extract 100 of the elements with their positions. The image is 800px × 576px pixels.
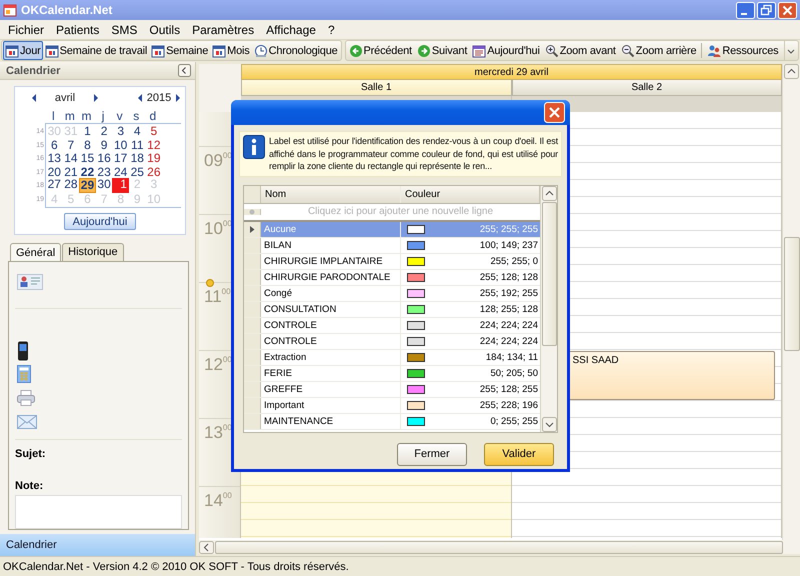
grid-row[interactable]: CHIRURGIE PARODONTALE 255; 128; 128 — [244, 270, 540, 286]
toolbar-button[interactable]: Précédent — [346, 41, 414, 60]
scrollbar-thumb[interactable] — [542, 202, 556, 346]
grid-row[interactable]: CONSULTATION 128; 255; 128 — [244, 302, 540, 318]
close-icon[interactable] — [544, 102, 565, 123]
calendar-day[interactable]: 21 — [62, 166, 80, 179]
grid-row[interactable]: MAINTENANCE 0; 255; 255 — [244, 414, 540, 430]
calendar-day[interactable]: 28 — [62, 178, 80, 194]
calendar-day[interactable]: 30 — [96, 178, 112, 194]
calendar-day[interactable]: 23 — [96, 166, 112, 179]
resource-header[interactable]: Salle 2 — [512, 80, 782, 96]
calendar-day[interactable]: 6 — [46, 138, 63, 152]
grid-row[interactable]: Important 255; 228; 196 — [244, 398, 540, 414]
scroll-down-icon[interactable] — [542, 416, 556, 432]
scroll-up-icon[interactable] — [542, 186, 556, 200]
calendar-day[interactable]: 25 — [128, 166, 146, 179]
next-icon[interactable] — [175, 94, 181, 102]
calendar-day[interactable]: 26 — [146, 166, 162, 179]
calendar-day[interactable]: 10 — [112, 138, 129, 152]
menu-item[interactable]: SMS — [105, 22, 144, 36]
scrollbar-thumb[interactable] — [784, 237, 800, 351]
navigation-bar-button[interactable]: Calendrier — [0, 534, 195, 556]
previous-icon[interactable] — [137, 94, 143, 102]
menu-item[interactable]: Affichage — [260, 22, 322, 36]
collapse-icon[interactable] — [178, 64, 191, 77]
menu-item[interactable]: Fichier — [2, 22, 50, 36]
grid-scrollbar[interactable] — [540, 186, 557, 432]
view-button[interactable]: Jour — [3, 41, 43, 60]
toolbar-button[interactable]: Zoom arrière — [618, 41, 698, 60]
grid-row[interactable]: CONTROLE 224; 224; 224 — [244, 334, 540, 350]
weekday-label: s — [132, 108, 140, 122]
today-button[interactable]: Aujourd'hui — [64, 213, 136, 230]
grid-row[interactable]: CHIRURGIE IMPLANTAIRE 255; 255; 0 — [244, 254, 540, 270]
grid-row[interactable]: Extraction 184; 134; 11 — [244, 350, 540, 366]
row-header[interactable] — [244, 222, 261, 236]
view-button[interactable]: Chronologique — [252, 41, 340, 60]
calendar-day[interactable]: 11 — [128, 138, 146, 152]
menu-item[interactable]: Paramètres — [186, 22, 260, 36]
calendar-day[interactable]: 8 — [79, 138, 96, 152]
name-cell: CHIRURGIE IMPLANTAIRE — [261, 254, 401, 268]
next-icon[interactable] — [93, 94, 99, 102]
calendar-day[interactable]: 19 — [146, 152, 162, 166]
tab[interactable]: Historique — [62, 243, 124, 261]
view-button[interactable]: Semaine — [149, 41, 210, 60]
toolbar-button[interactable]: Ressources — [705, 41, 780, 60]
grid-row[interactable]: Congé 255; 192; 255 — [244, 286, 540, 302]
calendar-day[interactable]: 7 — [62, 138, 80, 152]
view-button[interactable]: Mois — [210, 41, 252, 60]
calendar-day[interactable]: 1 — [79, 125, 96, 138]
restore-icon[interactable] — [757, 2, 776, 18]
calendar-day[interactable]: 1 — [112, 178, 129, 194]
calendar-day[interactable]: 2 — [96, 125, 112, 138]
calendar-day[interactable]: 17 — [112, 152, 129, 166]
calendar-day[interactable]: 18 — [128, 152, 146, 166]
close-icon[interactable] — [778, 2, 797, 18]
calendar-day[interactable]: 4 — [128, 125, 146, 138]
note-field[interactable] — [15, 495, 182, 529]
calendar-day[interactable]: 22 — [79, 166, 96, 179]
menu-item[interactable]: ? — [322, 22, 341, 36]
calendar-icon — [472, 44, 486, 58]
hour-label: 11$^{00}$ — [203, 286, 232, 307]
calendar-day[interactable]: 27 — [46, 178, 63, 194]
calendar-day[interactable]: 5 — [146, 125, 162, 138]
calendar-day[interactable]: 15 — [79, 152, 96, 166]
hour-label: 14$^{00}$ — [203, 490, 233, 511]
scroll-up-icon[interactable] — [784, 64, 799, 79]
toolbar-button[interactable]: Zoom avant — [542, 41, 618, 60]
calendar-day[interactable]: 16 — [96, 152, 112, 166]
calendar-day[interactable]: 9 — [96, 138, 112, 152]
previous-icon[interactable] — [31, 94, 37, 102]
tab[interactable]: Général — [10, 243, 62, 261]
toolbar-button[interactable]: Aujourd'hui — [470, 41, 542, 60]
menu-item[interactable]: Patients — [50, 22, 106, 36]
calendar-day[interactable]: 29 — [79, 178, 96, 194]
grid-row[interactable]: BILAN 100; 149; 237 — [244, 238, 540, 254]
scroll-left-icon[interactable] — [199, 540, 214, 554]
view-button[interactable]: Semaine de travail — [42, 41, 150, 60]
grid-row[interactable]: FERIE 50; 205; 50 — [244, 366, 540, 382]
calendar-day[interactable]: 24 — [112, 166, 129, 179]
grid-row[interactable]: GREFFE 255; 128; 255 — [244, 382, 540, 398]
app-icon — [3, 3, 17, 17]
calendar-day[interactable]: 13 — [46, 152, 63, 166]
validate-button[interactable]: Valider — [484, 442, 554, 466]
calendar-day[interactable]: 12 — [146, 138, 162, 152]
column-header[interactable]: Nom — [261, 186, 401, 202]
minimize-icon[interactable] — [736, 2, 755, 18]
resource-header[interactable]: Salle 1 — [241, 80, 512, 96]
vertical-scrollbar[interactable] — [782, 64, 800, 540]
toolbar-button[interactable]: Suivant — [414, 41, 470, 60]
calendar-day[interactable]: 20 — [46, 166, 63, 179]
name-cell: CONSULTATION — [261, 302, 401, 316]
menu-item[interactable]: Outils — [143, 22, 186, 36]
close-button[interactable]: Fermer — [397, 442, 467, 466]
name-cell: Important — [261, 398, 401, 412]
calendar-day[interactable]: 14 — [62, 152, 80, 166]
calendar-day[interactable]: 3 — [112, 125, 129, 138]
date-header: mercredi 29 avril — [241, 64, 782, 80]
name-cell: Congé — [261, 286, 401, 300]
color-value: 128; 255; 128 — [478, 304, 538, 314]
grid-row[interactable]: CONTROLE 224; 224; 224 — [244, 318, 540, 334]
